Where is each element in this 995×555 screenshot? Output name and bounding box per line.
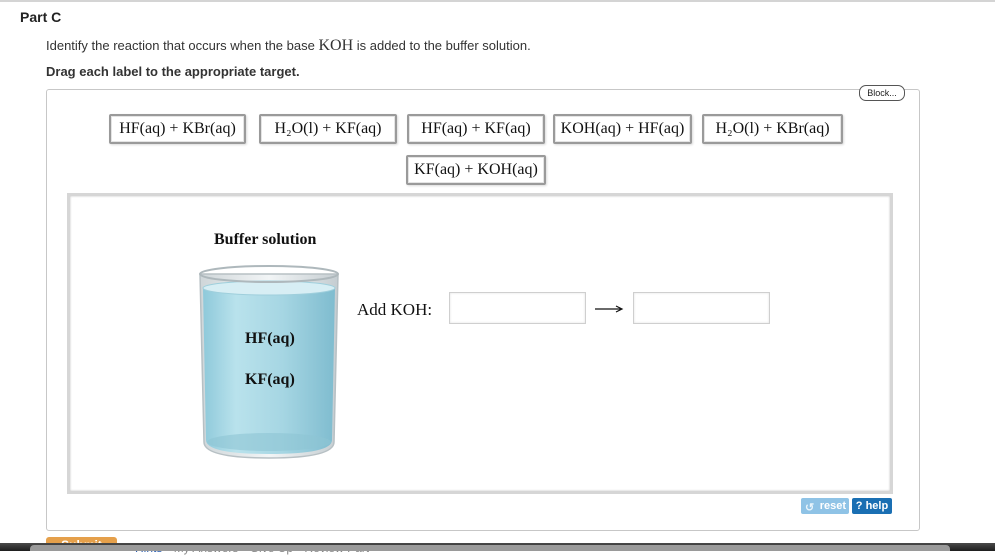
help-button[interactable]: ? help — [852, 498, 892, 514]
instruction-text: Identify the reaction that occurs when t… — [46, 37, 531, 55]
part-title: Part C — [20, 9, 62, 25]
drag-instruction: Drag each label to the appropriate targe… — [46, 64, 300, 79]
block-button[interactable]: Block... — [859, 85, 905, 101]
reset-label: reset — [819, 500, 846, 512]
species-kf: KF(aq) — [245, 371, 295, 388]
reaction-arrow-icon — [595, 305, 624, 313]
label-koh-hf[interactable]: KOH(aq) + HF(aq) — [553, 114, 692, 144]
label-h2o-kbr[interactable]: H₂O(l) + KBr(aq) — [702, 114, 843, 144]
reset-icon: ↺ — [805, 502, 815, 514]
instruction-after: is added to the buffer solution. — [353, 38, 531, 53]
window-tab-strip — [30, 545, 950, 551]
species-hf: HF(aq) — [245, 330, 295, 347]
instruction-base: KOH — [318, 37, 354, 54]
add-koh-label: Add KOH: — [357, 300, 433, 319]
label-h2o-kf[interactable]: H₂O(l) + KF(aq) — [259, 114, 397, 144]
target-area — [67, 193, 893, 494]
reactant-drop-target[interactable] — [449, 292, 586, 324]
top-divider — [0, 0, 995, 2]
label-hf-kbr[interactable]: HF(aq) + KBr(aq) — [109, 114, 246, 144]
instruction-before: Identify the reaction that occurs when t… — [46, 38, 319, 53]
beaker-image — [199, 265, 339, 459]
buffer-solution-title: Buffer solution — [214, 231, 317, 248]
reset-button[interactable]: ↺ reset — [801, 498, 849, 514]
label-hf-kf[interactable]: HF(aq) + KF(aq) — [407, 114, 545, 144]
label-kf-koh[interactable]: KF(aq) + KOH(aq) — [406, 155, 546, 185]
product-drop-target[interactable] — [633, 292, 770, 324]
